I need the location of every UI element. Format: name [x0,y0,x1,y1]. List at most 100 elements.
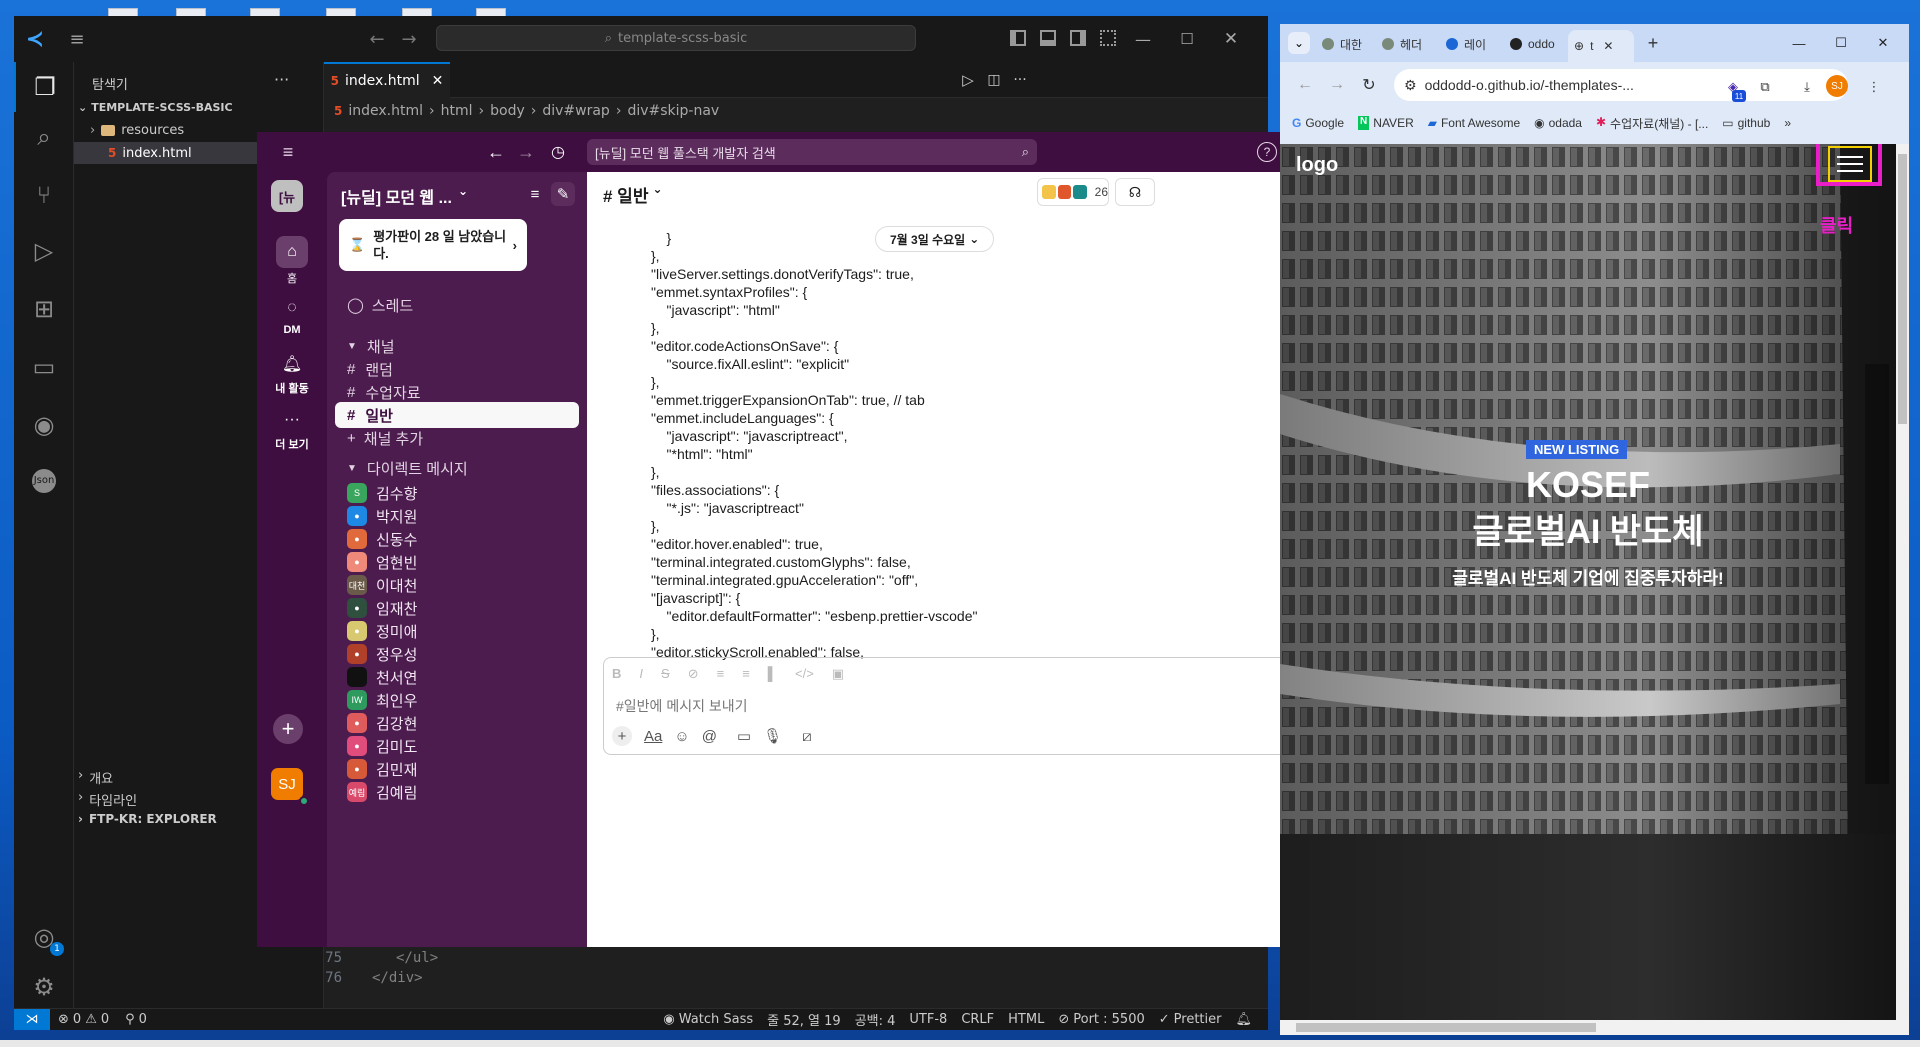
history-icon[interactable]: ◷ [547,142,569,162]
tab-search-chevron-icon[interactable]: ⌄ [1288,32,1310,54]
chrome-menu-icon[interactable]: ⋮ [1866,76,1882,98]
dm-header[interactable]: ▼ 다이렉트 메시지 [335,455,579,481]
back-arrow-icon[interactable]: ← [366,28,388,50]
extensions-icon[interactable]: ⊞ [14,284,74,334]
bold-icon[interactable]: B [612,666,621,682]
download-icon[interactable]: ⤓ [1796,76,1818,98]
add-workspace-button[interactable]: + [273,714,303,744]
message-composer[interactable]: B I S ⊘ ≡ ≡ ▌ </> ▣ #일반에 메시지 보내기 + Aa ☺ … [603,657,1280,755]
code-view[interactable]: 75 </ul> 76 </div> [294,950,594,1004]
toggle-secondary-sidebar-icon[interactable] [1070,30,1086,46]
sidebar-item-dm[interactable]: 예림 김예림 [335,779,579,805]
bookmark-odada[interactable]: ◉ odada [1534,116,1582,130]
browser-tab[interactable]: oddo [1504,30,1564,58]
composer-input[interactable]: #일반에 메시지 보내기 [616,696,748,716]
strike-icon[interactable]: S [661,666,670,682]
cursor-position[interactable]: 줄 52, 열 19 [767,1010,841,1029]
project-header[interactable]: ⌄ TEMPLATE-SCSS-BASIC [78,101,233,114]
close-tab-icon[interactable]: ✕ [1603,39,1613,53]
run-debug-icon[interactable]: ▷ [14,226,74,276]
add-channel-button[interactable]: + 채널 추가 [335,425,579,451]
site-logo[interactable]: logo [1296,154,1338,177]
forward-arrow-icon[interactable]: → [1326,74,1348,96]
minimize-icon[interactable]: — [1132,28,1154,50]
ftp-explorer-section[interactable]: › FTP-KR: EXPLORER [78,812,217,826]
filter-icon[interactable]: ≡ [525,184,545,204]
breadcrumb-item[interactable]: body [490,103,525,119]
source-control-icon[interactable]: ⑂ [14,170,74,220]
plus-icon[interactable]: + [612,726,632,746]
more-actions-icon[interactable]: ··· [1010,70,1030,90]
github-icon[interactable]: ◉ [14,400,74,450]
hamburger-menu-icon[interactable] [1828,146,1872,182]
customize-layout-icon[interactable] [1100,30,1116,46]
slash-command-icon[interactable]: ⧄ [802,728,812,745]
maximize-icon[interactable]: ☐ [1830,32,1852,54]
rail-dm[interactable]: ◌ DM [269,292,315,336]
breadcrumb-item[interactable]: div#wrap [542,103,609,119]
rail-activity[interactable]: 🔔︎ 내 활동 [269,348,315,396]
reload-icon[interactable]: ↻ [1358,74,1380,96]
emoji-icon[interactable]: ☺ [674,728,689,745]
scrollbar-thumb[interactable] [1898,154,1907,424]
account-icon[interactable]: ◎ [14,912,74,962]
ordered-list-icon[interactable]: ≡ [717,666,725,682]
encoding[interactable]: UTF-8 [909,1012,947,1027]
remote-explorer-icon[interactable]: ▭ [14,342,74,392]
huddle-headphones-icon[interactable]: ☊ [1115,178,1155,206]
format-text-icon[interactable]: Aa [644,728,662,745]
close-tab-icon[interactable]: ✕ [432,73,444,89]
language-mode[interactable]: HTML [1008,1012,1044,1027]
code-block-icon[interactable]: ▣ [832,666,844,682]
menu-icon[interactable]: ≡ [277,142,299,162]
forward-arrow-icon[interactable]: → [398,28,420,50]
editor-tab-index-html[interactable]: 5 index.html ✕ [324,62,450,98]
sidebar-item-threads[interactable]: ◯ 스레드 [335,292,579,318]
close-icon[interactable]: ✕ [1220,28,1242,50]
problems-indicator[interactable]: ⊗ 0 ⚠ 0 [58,1012,109,1027]
ports-indicator[interactable]: ⚲ 0 [125,1012,147,1027]
browser-tab[interactable]: 대한 [1316,30,1372,58]
outline-section[interactable]: › 개요 [78,768,113,787]
workspace-name-button[interactable]: [뉴딜] 모던 웹 ... ⌄ [341,184,468,208]
toggle-panel-icon[interactable] [1040,30,1056,46]
bookmark-google[interactable]: G Google [1292,116,1344,130]
breadcrumb-item[interactable]: html [441,103,473,119]
scrollbar-thumb[interactable] [1296,1023,1596,1032]
link-icon[interactable]: ⊘ [688,666,699,682]
rail-home[interactable]: ⌂ 홈 [269,236,315,286]
channel-title-button[interactable]: # 일반 ⌄ [603,182,663,207]
site-info-icon[interactable]: ⚙ [1404,77,1417,94]
json-icon[interactable]: Json [14,456,74,506]
indentation[interactable]: 공백: 4 [855,1010,896,1029]
mention-icon[interactable]: @ [702,728,717,745]
italic-icon[interactable]: I [639,666,643,682]
code-icon[interactable]: </> [795,666,814,682]
command-center-search[interactable]: ⌕ template-scss-basic [436,25,916,51]
browser-tab[interactable]: 레이 [1440,30,1500,58]
forward-arrow-icon[interactable]: → [515,142,537,162]
toggle-sidebar-icon[interactable] [1010,30,1026,46]
browser-tab[interactable]: 헤더 [1376,30,1436,58]
compose-icon[interactable]: ✎ [551,182,575,206]
rail-more[interactable]: ··· 더 보기 [269,404,315,452]
slack-search-bar[interactable]: [뉴딜] 모던 웹 풀스택 개발자 검색 ⌕ [587,139,1037,165]
close-icon[interactable]: ✕ [1872,32,1894,54]
back-arrow-icon[interactable]: ← [1294,74,1316,96]
timeline-section[interactable]: › 타임라인 [78,790,137,809]
vertical-scrollbar[interactable] [1896,144,1909,1020]
search-icon[interactable]: ⌕ [14,112,74,162]
bookmark-font-awesome[interactable]: ▰ Font Awesome [1428,116,1520,130]
line-ending[interactable]: CRLF [961,1012,994,1027]
maximize-icon[interactable]: ☐ [1176,28,1198,50]
bookmark-materials[interactable]: ✱ 수업자료(채널) - [... [1596,115,1708,132]
more-bookmarks-icon[interactable]: » [1784,116,1791,130]
back-arrow-icon[interactable]: ← [485,142,507,162]
settings-gear-icon[interactable]: ⚙ [14,962,74,1012]
trial-banner[interactable]: ⌛ 평가판이 28 일 남았습니다. › [339,219,527,271]
help-icon[interactable]: ? [1257,142,1277,162]
profile-avatar[interactable]: SJ [1826,75,1848,97]
avatar[interactable]: SJ [271,768,303,800]
breadcrumb-item[interactable]: div#skip-nav [627,103,719,119]
quote-icon[interactable]: ▌ [768,666,777,682]
